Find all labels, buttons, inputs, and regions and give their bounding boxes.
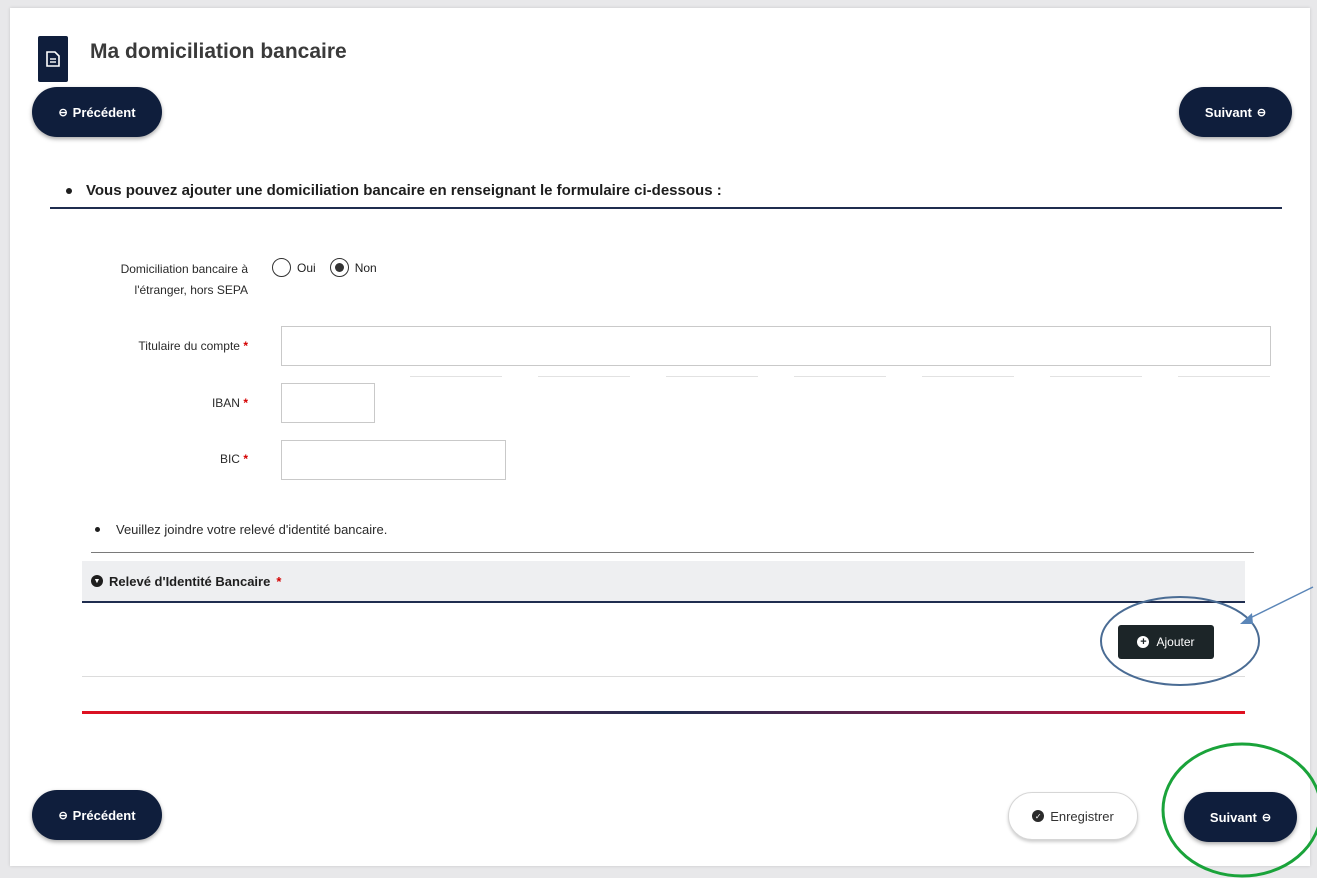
arrow-left-circle-icon: ⊖ bbox=[58, 106, 68, 119]
chevron-down-icon: ▼ bbox=[91, 575, 103, 587]
add-button[interactable]: + Ajouter bbox=[1118, 625, 1214, 659]
radio-non[interactable] bbox=[329, 258, 349, 277]
required-mark: * bbox=[276, 573, 282, 589]
next-label: Suivant bbox=[1209, 809, 1257, 825]
plus-circle-icon: + bbox=[1137, 636, 1150, 648]
radio-selected-dot bbox=[334, 263, 344, 272]
bic-label-text: BIC bbox=[219, 452, 240, 466]
iban-segment-line bbox=[1178, 376, 1270, 377]
foreign-domiciliation-label: Domiciliation bancaire à l'étranger, hor… bbox=[78, 259, 248, 301]
iban-segment-line bbox=[794, 376, 886, 377]
save-button[interactable]: ✓ Enregistrer bbox=[1008, 792, 1138, 840]
iban-label: IBAN * bbox=[150, 393, 248, 414]
bullet-icon bbox=[95, 527, 100, 532]
previous-button-bottom[interactable]: ⊖ Précédent bbox=[32, 790, 162, 840]
arrow-right-circle-icon: ⊖ bbox=[1256, 106, 1267, 119]
rib-note: Veuillez joindre votre relevé d'identité… bbox=[95, 522, 387, 537]
panel-bottom-divider bbox=[82, 676, 1245, 677]
radio-oui-label[interactable]: Oui bbox=[297, 261, 316, 275]
iban-segment-line bbox=[1050, 376, 1142, 377]
rib-divider bbox=[91, 552, 1254, 553]
radio-oui[interactable] bbox=[272, 258, 291, 277]
check-circle-icon: ✓ bbox=[1032, 810, 1045, 822]
holder-label: Titulaire du compte * bbox=[60, 336, 248, 357]
arrow-right-circle-icon: ⊖ bbox=[1261, 811, 1272, 824]
section-divider bbox=[50, 207, 1282, 209]
rib-note-text: Veuillez joindre votre relevé d'identité… bbox=[116, 522, 388, 537]
iban-segment-line bbox=[666, 376, 758, 377]
iban-segment-line bbox=[410, 376, 502, 377]
radio-non-label[interactable]: Non bbox=[355, 261, 377, 275]
section-intro-text: Vous pouvez ajouter une domiciliation ba… bbox=[86, 182, 722, 199]
previous-label: Précédent bbox=[72, 807, 136, 823]
document-icon bbox=[38, 36, 68, 82]
bic-label: BIC * bbox=[150, 449, 248, 470]
rib-panel-title: Relevé d'Identité Bancaire bbox=[109, 573, 271, 589]
arrow-left-circle-icon: ⊖ bbox=[58, 809, 68, 822]
iban-label-text: IBAN bbox=[211, 396, 240, 410]
page-title: Ma domiciliation bancaire bbox=[90, 40, 347, 63]
bullet-icon bbox=[66, 187, 72, 194]
section-intro: Vous pouvez ajouter une domiciliation ba… bbox=[66, 182, 722, 199]
foreign-radio-group: Oui Non bbox=[272, 258, 385, 277]
required-mark: * bbox=[243, 396, 248, 410]
save-label: Enregistrer bbox=[1050, 808, 1114, 824]
next-button-top[interactable]: Suivant ⊖ bbox=[1179, 87, 1292, 137]
bic-input[interactable] bbox=[281, 440, 506, 480]
previous-button-top[interactable]: ⊖ Précédent bbox=[32, 87, 162, 137]
add-label: Ajouter bbox=[1156, 635, 1195, 649]
gradient-divider bbox=[82, 711, 1245, 714]
holder-label-text: Titulaire du compte bbox=[138, 339, 240, 353]
rib-panel-header[interactable]: ▼ Relevé d'Identité Bancaire * bbox=[82, 561, 1245, 603]
foreign-label-line2: l'étranger, hors SEPA bbox=[134, 283, 248, 297]
iban-segment-line bbox=[538, 376, 630, 377]
required-mark: * bbox=[243, 339, 248, 353]
foreign-label-line1: Domiciliation bancaire à bbox=[120, 262, 248, 276]
required-mark: * bbox=[243, 452, 248, 466]
iban-segment-line bbox=[922, 376, 1014, 377]
page-card bbox=[10, 8, 1310, 866]
previous-label: Précédent bbox=[72, 104, 136, 120]
next-label: Suivant bbox=[1204, 104, 1252, 120]
next-button-bottom[interactable]: Suivant ⊖ bbox=[1184, 792, 1297, 842]
holder-input[interactable] bbox=[281, 326, 1271, 366]
iban-input[interactable] bbox=[281, 383, 375, 423]
